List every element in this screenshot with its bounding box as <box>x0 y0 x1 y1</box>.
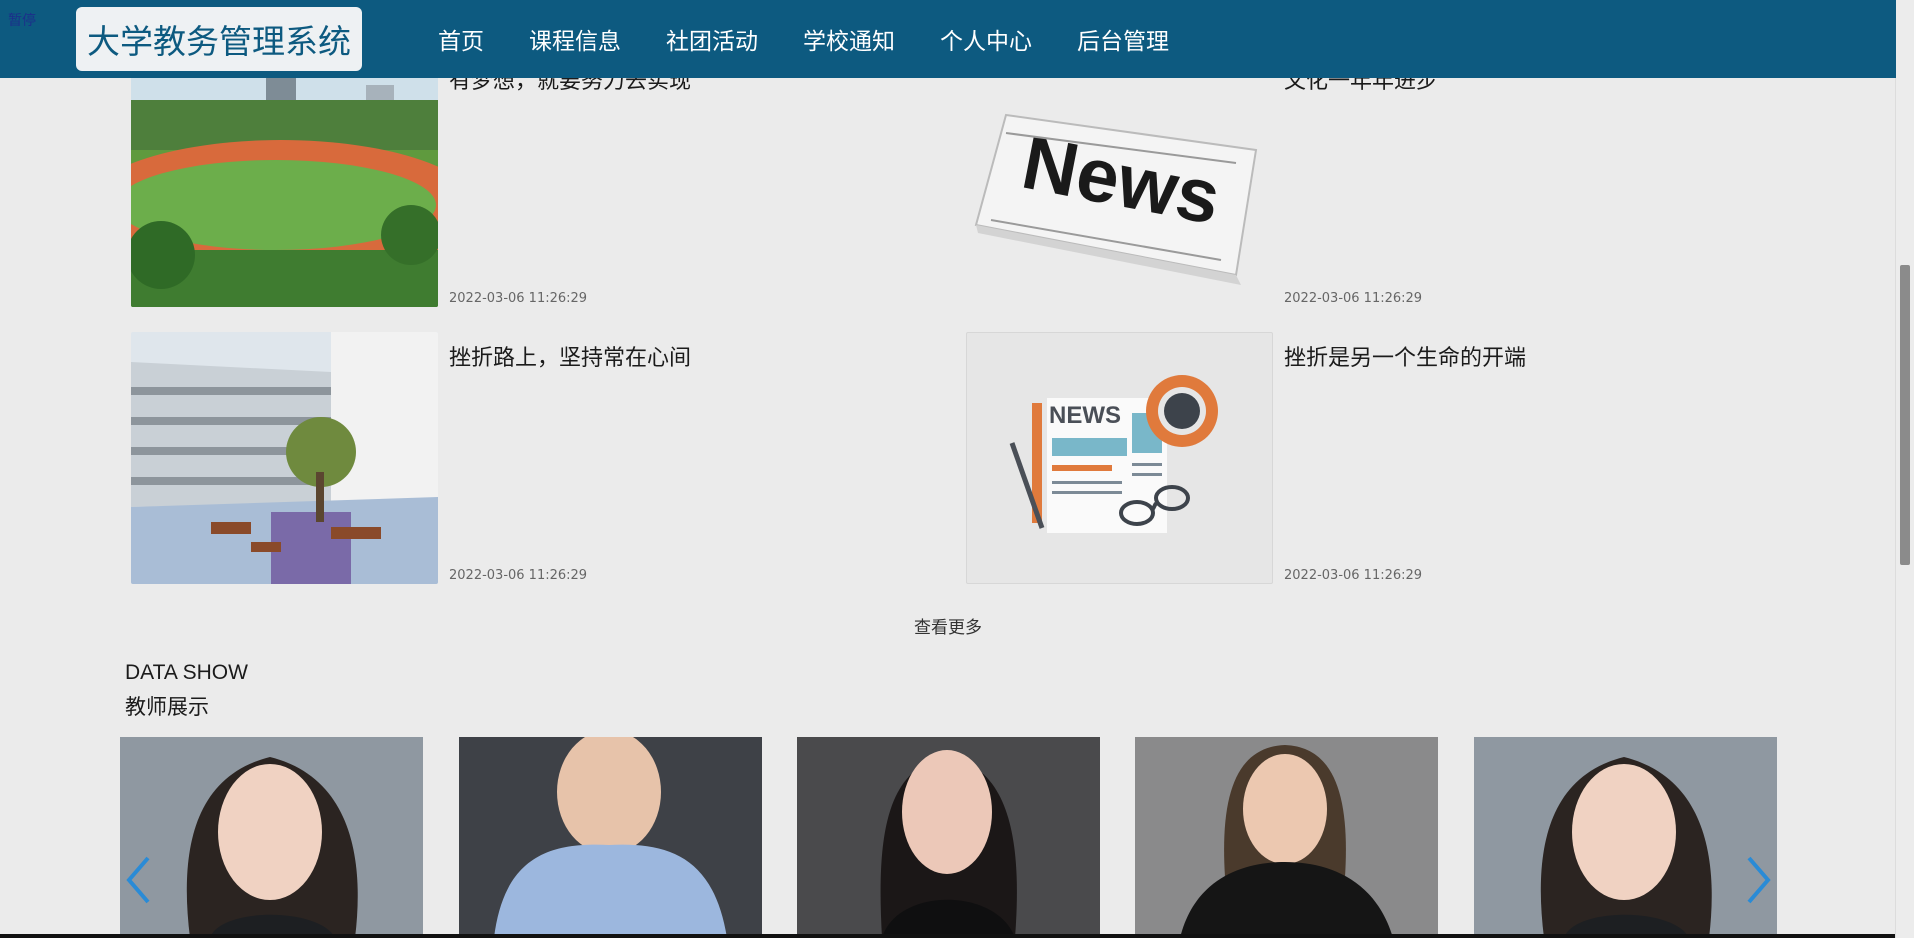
main-nav: 首页 课程信息 社团活动 学校通知 个人中心 后台管理 <box>438 0 1214 78</box>
news-card[interactable]: 有梦想，就要努力去实现 2022-03-06 11:26:29 <box>131 55 831 307</box>
view-more-link[interactable]: 查看更多 <box>914 613 982 638</box>
top-nav-bar: 暂停 大学教务管理系统 首页 课程信息 社团活动 学校通知 个人中心 后台管理 <box>0 0 1896 78</box>
news-date: 2022-03-06 11:26:29 <box>1284 291 1423 306</box>
section-title-cn: 教师展示 <box>125 695 209 719</box>
nav-admin[interactable]: 后台管理 <box>1077 22 1169 56</box>
news-illustration[interactable]: NEWS <box>966 332 1273 584</box>
news-card[interactable]: NEWS 挫折是另一个生命的开端 2022-03-06 11:26:29 <box>966 332 1666 584</box>
news-card[interactable]: News 文化一年年进步 2022-03-06 11:26:29 <box>966 55 1666 307</box>
nav-home[interactable]: 首页 <box>438 22 484 56</box>
teacher-photo-4[interactable] <box>1135 737 1438 938</box>
teacher-photo-3[interactable] <box>797 737 1100 938</box>
teacher-photo-1[interactable] <box>120 737 423 938</box>
nav-profile[interactable]: 个人中心 <box>940 22 1032 56</box>
teacher-photo-2[interactable] <box>459 737 762 938</box>
vertical-scrollbar[interactable] <box>1895 0 1914 938</box>
campus-track-photo[interactable] <box>131 55 438 307</box>
scrollbar-thumb[interactable] <box>1900 265 1910 565</box>
campus-building-photo[interactable] <box>131 332 438 584</box>
section-title-en: DATA SHOW <box>125 661 248 684</box>
svg-text:NEWS: NEWS <box>1049 402 1121 429</box>
news-title[interactable]: 挫折路上，坚持常在心间 <box>449 340 691 372</box>
news-card[interactable]: 挫折路上，坚持常在心间 2022-03-06 11:26:29 <box>131 332 831 584</box>
nav-notices[interactable]: 学校通知 <box>803 22 895 56</box>
chevron-right-icon[interactable] <box>1743 855 1773 905</box>
news-title[interactable]: 挫折是另一个生命的开端 <box>1284 340 1526 372</box>
newspaper-photo[interactable]: News <box>966 55 1273 307</box>
pause-label[interactable]: 暂停 <box>8 10 36 30</box>
news-date: 2022-03-06 11:26:29 <box>449 568 588 583</box>
chevron-left-icon[interactable] <box>124 855 154 905</box>
news-date: 2022-03-06 11:26:29 <box>449 291 588 306</box>
teacher-photo-5[interactable] <box>1474 737 1777 938</box>
bottom-edge <box>0 934 1896 938</box>
nav-courses[interactable]: 课程信息 <box>529 22 621 56</box>
nav-clubs[interactable]: 社团活动 <box>666 22 758 56</box>
news-date: 2022-03-06 11:26:29 <box>1284 568 1423 583</box>
site-logo[interactable]: 大学教务管理系统 <box>76 7 362 71</box>
